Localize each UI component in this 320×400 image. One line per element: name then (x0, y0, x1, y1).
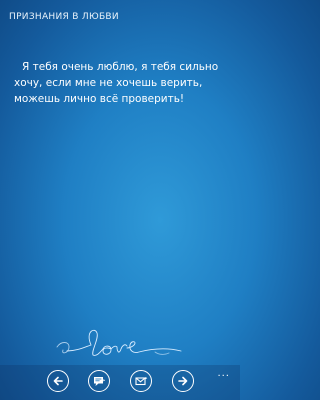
previous-button[interactable] (47, 370, 69, 392)
love-handwriting-decoration (56, 329, 182, 356)
application-bar (0, 365, 240, 400)
send-sms-button[interactable] (88, 370, 110, 392)
email-icon (134, 377, 147, 386)
message-text: Я тебя очень люблю, я тебя сильно хочу, … (14, 61, 219, 105)
send-email-button[interactable] (130, 370, 152, 392)
arrow-right-icon (178, 376, 188, 386)
app-title: ПРИЗНАНИЯ В ЛЮБВИ (9, 12, 119, 22)
more-options-button[interactable]: ... (217, 368, 230, 379)
sms-message-icon (93, 377, 105, 386)
next-button[interactable] (172, 370, 194, 392)
arrow-left-icon (53, 376, 63, 386)
